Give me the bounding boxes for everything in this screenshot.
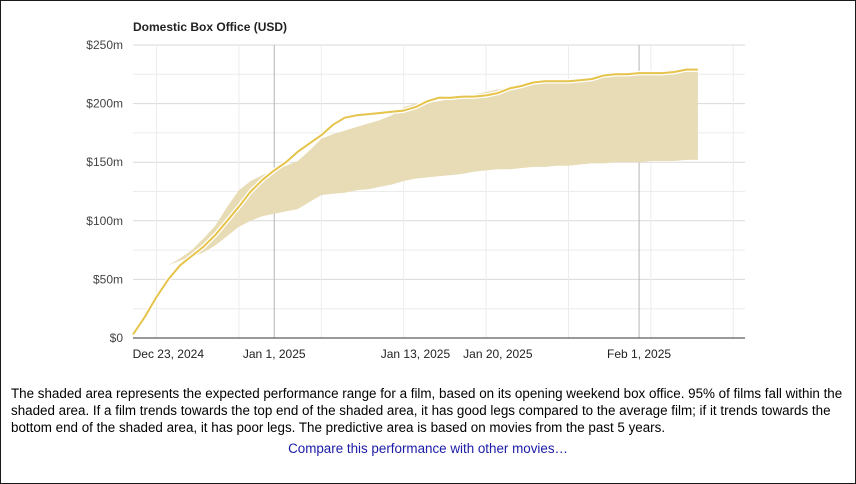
x-tick-label: Feb 1, 2025 — [607, 347, 671, 361]
box-office-chart: $0 $50m $100m $150m $200m $250m Dec 23, 2024 Ja… — [86, 38, 745, 361]
x-tick-label: Jan 1, 2025 — [243, 347, 306, 361]
y-tick-label: $150m — [86, 155, 123, 169]
x-tick-label: Jan 20, 2025 — [463, 347, 533, 361]
x-tick-label: Dec 23, 2024 — [133, 347, 205, 361]
compare-movies-link[interactable]: Compare this performance with other movi… — [0, 441, 856, 456]
y-tick-label: $250m — [86, 38, 123, 52]
x-tick-label: Jan 13, 2025 — [381, 347, 451, 361]
y-tick-label: $200m — [86, 97, 123, 111]
y-tick-label: $100m — [86, 214, 123, 228]
y-tick-label: $0 — [110, 331, 124, 345]
chart-caption: The shaded area represents the expected … — [11, 386, 843, 435]
y-tick-label: $50m — [93, 272, 123, 286]
